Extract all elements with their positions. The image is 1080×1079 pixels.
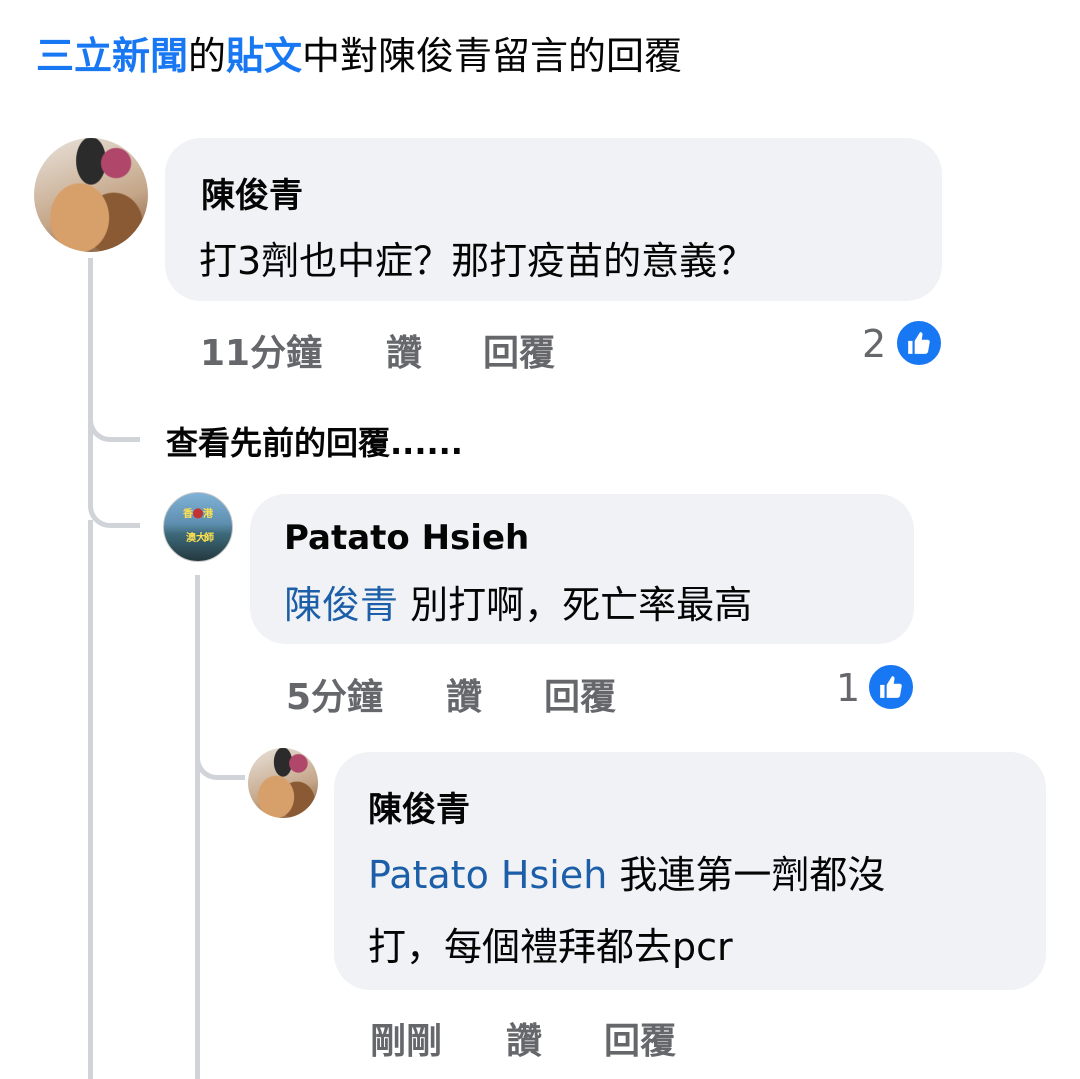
thread-line-main-lower xyxy=(88,520,93,1079)
mention-link[interactable]: 陳俊青 xyxy=(284,583,398,627)
reply-author[interactable]: 陳俊青 xyxy=(368,782,470,831)
avatar[interactable]: 香 港 澳大 師 xyxy=(163,492,233,562)
header-sep: 的 xyxy=(188,34,227,78)
reply-bubble: Patato Hsieh 陳俊青 別打啊，死亡率最高 xyxy=(250,494,914,644)
thread-connector-reply1 xyxy=(88,400,140,528)
reply-meta: 剛剛 讚 回覆 xyxy=(370,1012,770,1062)
page-header: 三立新聞的貼文中對陳俊青留言的回覆 xyxy=(36,28,682,84)
comment-text: 打3劑也中症？那打疫苗的意義？ xyxy=(199,239,756,283)
like-link[interactable]: 讚 xyxy=(386,324,422,376)
reply-link[interactable]: 回覆 xyxy=(604,1012,676,1064)
avatar[interactable] xyxy=(34,138,148,252)
like-link[interactable]: 讚 xyxy=(506,1012,542,1064)
thread-connector-reply2 xyxy=(195,730,245,780)
view-previous-replies-link[interactable]: 查看先前的回覆...... xyxy=(166,418,463,464)
page-name-link[interactable]: 三立新聞 xyxy=(36,34,188,78)
avatar-text: 港 xyxy=(203,509,213,520)
reply-link[interactable]: 回覆 xyxy=(544,668,616,720)
comment-author[interactable]: 陳俊青 xyxy=(201,168,303,217)
reply-meta: 5分鐘 讚 回覆 xyxy=(286,668,686,718)
mention-link[interactable]: Patato Hsieh xyxy=(368,853,607,897)
reply-bubble: 陳俊青 Patato Hsieh 我連第一劑都沒 打，每個禮拜都去pcr xyxy=(334,752,1046,990)
thread-line-nested xyxy=(195,575,200,1079)
avatar-text: 師 xyxy=(204,533,214,544)
comment-time[interactable]: 11分鐘 xyxy=(200,324,322,376)
reply-text: 陳俊青 別打啊，死亡率最高 xyxy=(284,574,752,629)
reaction-count[interactable]: 2 xyxy=(862,322,886,366)
reply-time[interactable]: 5分鐘 xyxy=(286,668,383,720)
reply-text-line2: 打，每個禮拜都去pcr xyxy=(368,925,733,969)
thumbs-up-icon[interactable] xyxy=(866,662,916,712)
reaction-count[interactable]: 1 xyxy=(836,666,860,710)
avatar[interactable] xyxy=(248,748,318,818)
comment-bubble: 陳俊青 打3劑也中症？那打疫苗的意義？ xyxy=(165,138,942,301)
thumbs-up-icon[interactable] xyxy=(894,318,944,368)
reply-author[interactable]: Patato Hsieh xyxy=(284,518,529,558)
reply-time[interactable]: 剛剛 xyxy=(370,1012,442,1064)
reply-text-body: 別打啊，死亡率最高 xyxy=(398,583,753,627)
comment-meta: 11分鐘 讚 回覆 xyxy=(200,324,600,374)
like-link[interactable]: 讚 xyxy=(446,668,482,720)
reply-text-body: 我連第一劑都沒 xyxy=(607,853,886,897)
header-rest: 中對陳俊青留言的回覆 xyxy=(302,34,683,78)
post-link[interactable]: 貼文 xyxy=(226,34,302,78)
reply-link[interactable]: 回覆 xyxy=(483,324,555,376)
reply-text: Patato Hsieh 我連第一劑都沒 xyxy=(368,844,885,899)
